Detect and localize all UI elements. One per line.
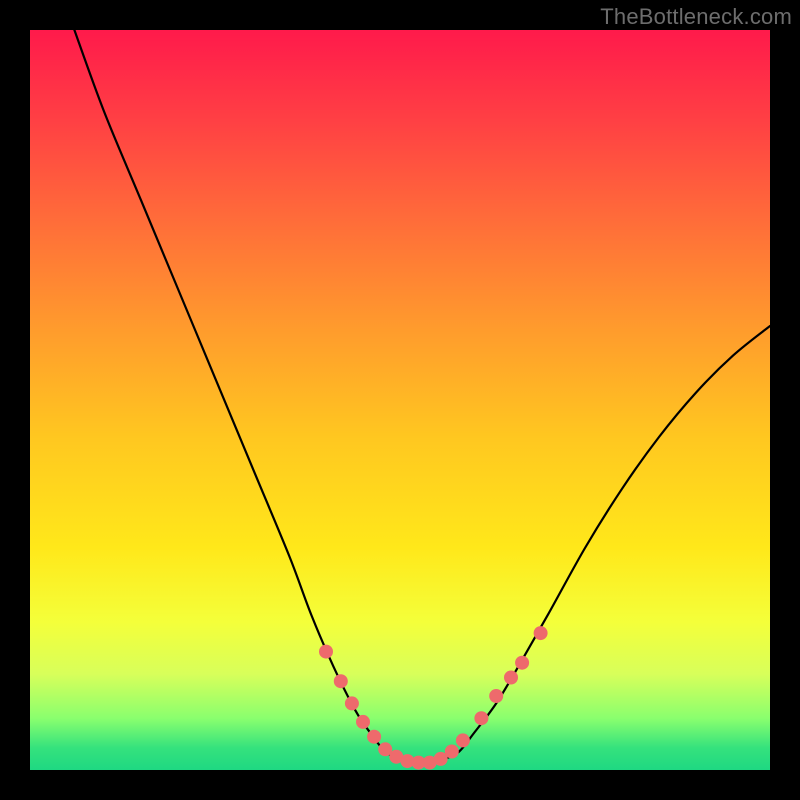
highlight-dots bbox=[319, 626, 548, 770]
chart-frame: TheBottleneck.com bbox=[0, 0, 800, 800]
marker-dot bbox=[489, 689, 503, 703]
plot-area bbox=[30, 30, 770, 770]
marker-dot bbox=[334, 674, 348, 688]
marker-dot bbox=[504, 671, 518, 685]
marker-dot bbox=[356, 715, 370, 729]
marker-dot bbox=[474, 711, 488, 725]
marker-dot bbox=[534, 626, 548, 640]
bottleneck-curve bbox=[74, 30, 770, 763]
marker-dot bbox=[345, 696, 359, 710]
marker-dot bbox=[445, 745, 459, 759]
chart-svg bbox=[30, 30, 770, 770]
marker-dot bbox=[515, 656, 529, 670]
marker-dot bbox=[319, 645, 333, 659]
marker-dot bbox=[367, 730, 381, 744]
marker-dot bbox=[456, 733, 470, 747]
watermark-text: TheBottleneck.com bbox=[600, 4, 792, 30]
